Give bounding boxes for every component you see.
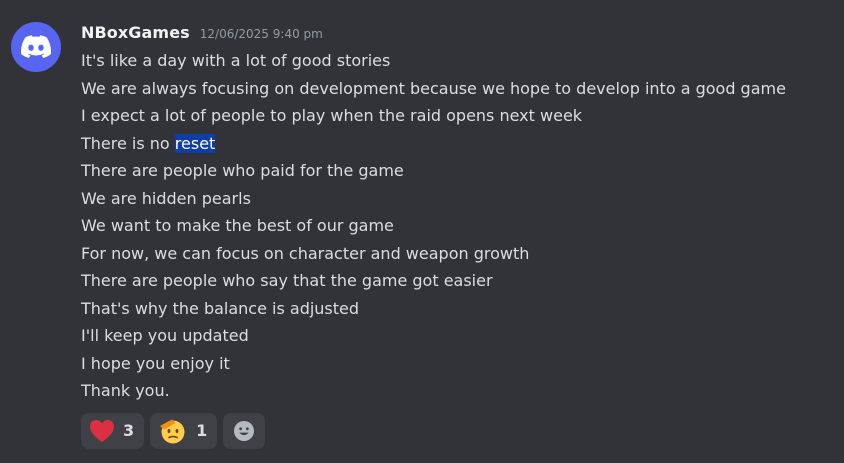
heart-emoji-icon bbox=[90, 419, 114, 442]
message-line: There are people who say that the game g… bbox=[81, 271, 493, 290]
reactions-bar: 3 1 bbox=[81, 412, 831, 449]
message-body: It's like a day with a lot of good stori… bbox=[81, 47, 831, 405]
message-line: Thank you. bbox=[81, 381, 170, 400]
chat-message: NBoxGames 12/06/2025 9:40 pm It's like a… bbox=[0, 0, 844, 463]
reaction-heart-button[interactable]: 3 bbox=[81, 412, 145, 449]
message-header: NBoxGames 12/06/2025 9:40 pm bbox=[81, 23, 831, 47]
message-line: It's like a day with a lot of good stori… bbox=[81, 51, 391, 70]
selected-text: reset bbox=[174, 133, 216, 153]
message-line: We are hidden pearls bbox=[81, 188, 251, 208]
message-line: That's why the balance is adjusted bbox=[81, 298, 360, 318]
reaction-count: 1 bbox=[196, 421, 208, 440]
message-line: There are people who paid for the game bbox=[81, 161, 404, 180]
message-line-text: There is no bbox=[81, 133, 175, 153]
avatar[interactable] bbox=[11, 22, 61, 72]
message-content: NBoxGames 12/06/2025 9:40 pm It's like a… bbox=[81, 23, 831, 449]
saluting-face-emoji-icon bbox=[160, 419, 185, 443]
message-line: I'll keep you updated bbox=[81, 326, 249, 345]
reaction-count: 3 bbox=[123, 421, 135, 440]
reaction-salute-button[interactable]: 1 bbox=[150, 412, 218, 449]
smiley-add-reaction-icon bbox=[234, 420, 255, 441]
message-line: For now, we can focus on character and w… bbox=[81, 243, 530, 263]
message-line-with-selection: There is no reset bbox=[81, 130, 831, 158]
timestamp[interactable]: 12/06/2025 9:40 pm bbox=[200, 27, 323, 41]
message-line: I hope you enjoy it bbox=[81, 353, 230, 373]
message-line: I expect a lot of people to play when th… bbox=[81, 106, 583, 125]
message-line: We are always focusing on development be… bbox=[81, 78, 786, 98]
add-reaction-button[interactable] bbox=[223, 412, 266, 449]
username[interactable]: NBoxGames bbox=[81, 23, 190, 42]
message-line: We want to make the best of our game bbox=[81, 216, 394, 235]
discord-logo-icon bbox=[21, 35, 51, 58]
